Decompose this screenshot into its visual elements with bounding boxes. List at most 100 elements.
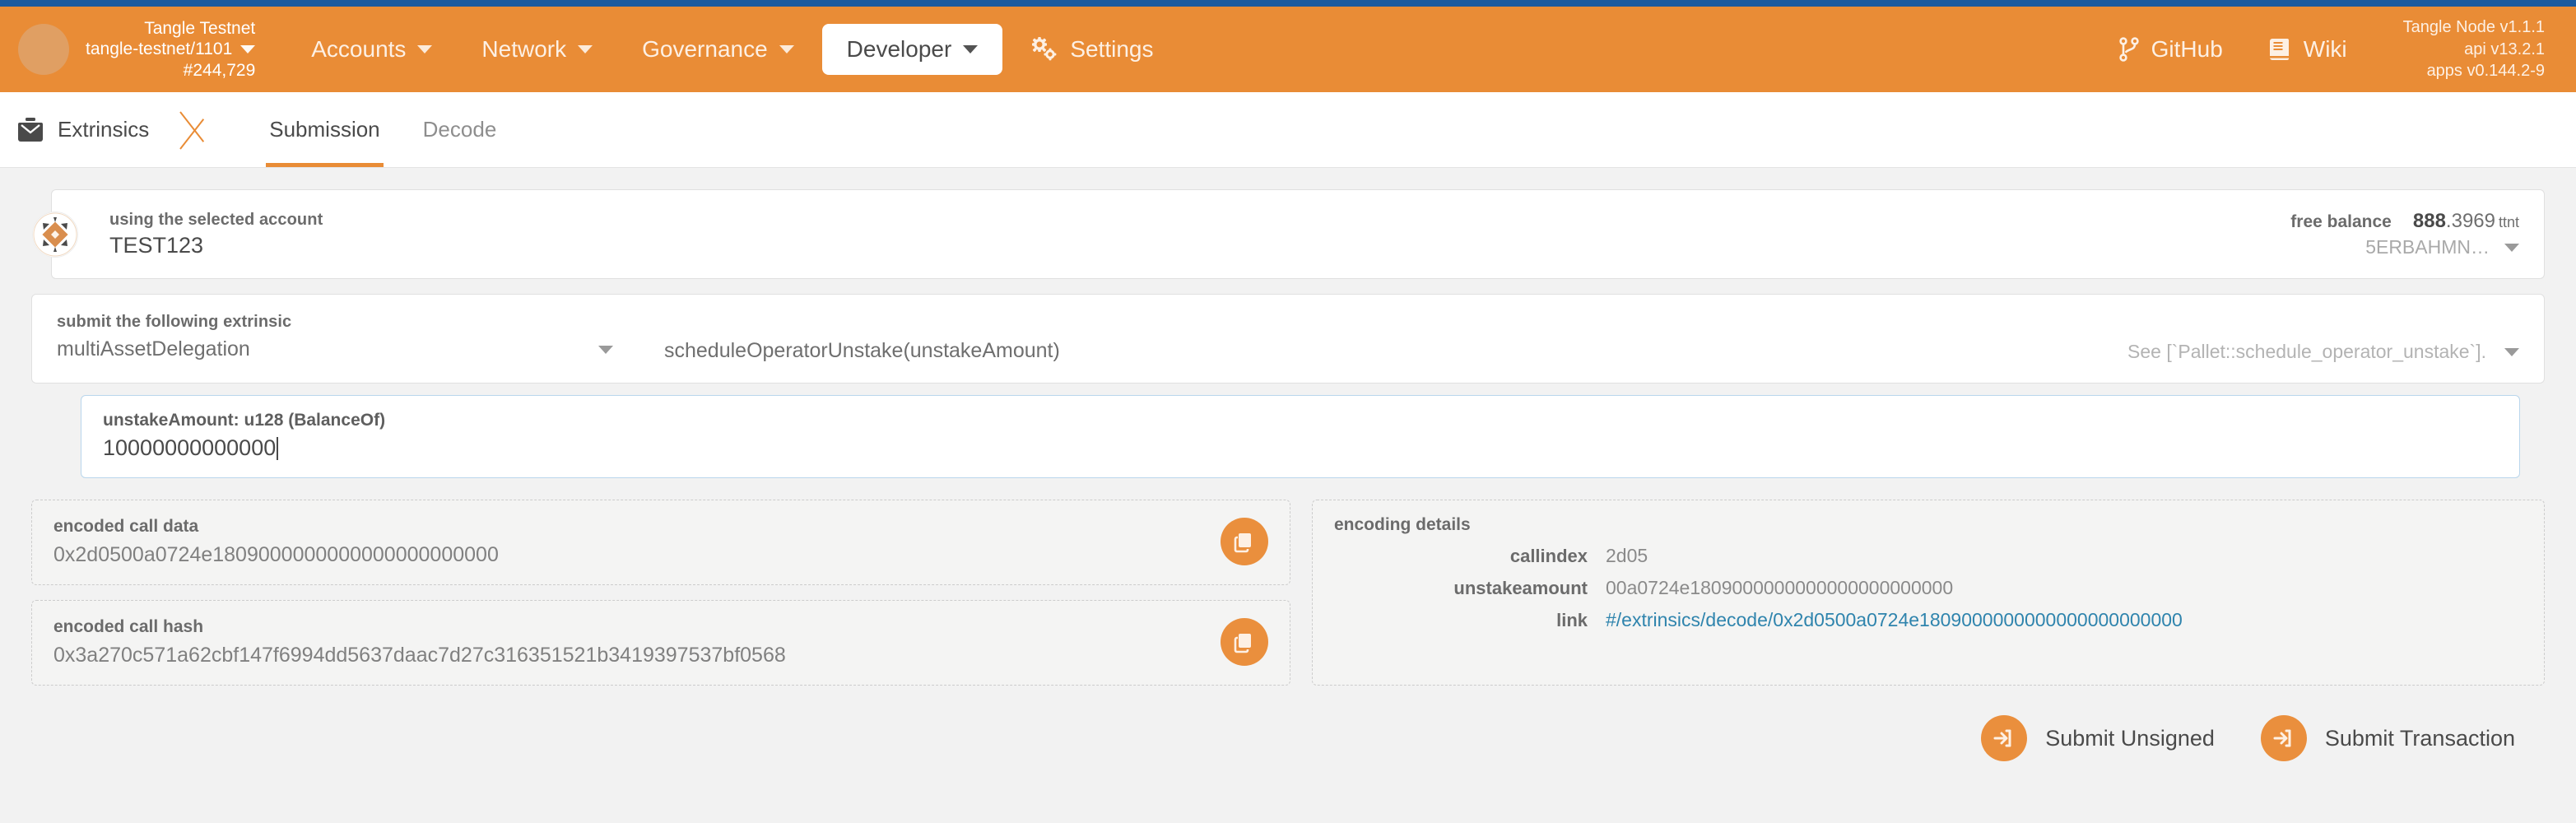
- nav-menu-accounts[interactable]: Accounts: [286, 7, 457, 92]
- param-label: unstakeAmount: u128 (BalanceOf): [103, 411, 2498, 430]
- version-info: Tangle Node v1.1.1 api v13.2.1 apps v0.1…: [2370, 16, 2545, 81]
- envelope-icon: [18, 117, 43, 143]
- balance-block: free balance 888.3969ttnt 5ERBAHMN…: [2290, 208, 2519, 260]
- account-section-label: using the selected account: [109, 211, 323, 230]
- balance-unit: ttnt: [2499, 214, 2519, 230]
- chain-name: Tangle Testnet: [86, 18, 255, 40]
- detail-value: 00a0724e1809000000000000000000000: [1606, 577, 1953, 599]
- account-card: using the selected account TEST123 free …: [51, 189, 2545, 279]
- book-icon: [2269, 37, 2292, 62]
- top-accent-strip: [0, 0, 2576, 7]
- tab-decode[interactable]: Decode: [402, 92, 518, 167]
- tab-bar: Extrinsics Submission Decode: [0, 92, 2576, 168]
- detail-key: link: [1334, 610, 1606, 631]
- chevron-down-icon: [963, 45, 978, 53]
- chevron-down-icon: [779, 45, 794, 53]
- chevron-down-icon: [2504, 244, 2519, 252]
- sign-in-icon: [2261, 715, 2307, 761]
- nav-menu-governance[interactable]: Governance: [617, 7, 819, 92]
- encoded-call-data-value: 0x2d0500a0724e1809000000000000000000000: [53, 543, 1201, 567]
- submit-transaction-button[interactable]: Submit Transaction: [2261, 715, 2515, 761]
- balance-integer: 888: [2413, 210, 2446, 232]
- copy-call-hash-button[interactable]: [1221, 618, 1268, 666]
- detail-row-callindex: callindex 2d05: [1334, 545, 2523, 567]
- breadcrumb-label: Extrinsics: [58, 117, 149, 142]
- unstake-amount-field[interactable]: unstakeAmount: u128 (BalanceOf) 10000000…: [81, 395, 2520, 478]
- encoded-left-column: encoded call data 0x2d0500a0724e18090000…: [31, 500, 1290, 686]
- copy-icon: [1233, 530, 1256, 553]
- version-apps: apps v0.144.2-9: [2403, 60, 2545, 81]
- pallet-value: multiAssetDelegation: [57, 337, 250, 361]
- detail-key: unstakeamount: [1334, 578, 1606, 599]
- tab-label: Submission: [269, 117, 379, 142]
- detail-row-link: link #/extrinsics/decode/0x2d0500a0724e1…: [1334, 609, 2523, 631]
- detail-value: 2d05: [1606, 545, 1648, 567]
- footer-actions: Submit Unsigned Submit Transaction: [31, 686, 2545, 761]
- navbar-right-group: GitHub Wiki Tangle Node v1.1.1 api v13.2…: [2095, 16, 2545, 81]
- param-input-wrapper[interactable]: 10000000000000: [103, 435, 2498, 461]
- doc-hint-text: See [`Pallet::schedule_operator_unstake`…: [2127, 341, 2486, 363]
- nav-menu-network[interactable]: Network: [457, 7, 617, 92]
- chain-avatar: [18, 24, 69, 75]
- extrinsic-selector-card: submit the following extrinsic multiAsse…: [31, 294, 2545, 384]
- nav-menu-developer[interactable]: Developer: [822, 24, 1003, 75]
- nav-label: Governance: [642, 36, 768, 63]
- code-branch-icon: [2118, 37, 2140, 62]
- pallet-selector[interactable]: submit the following extrinsic multiAsse…: [57, 313, 633, 361]
- chevron-down-icon: [417, 45, 432, 53]
- balance-label: free balance: [2290, 211, 2392, 233]
- nav-label: Accounts: [311, 36, 406, 63]
- method-selector[interactable]: scheduleOperatorUnstake(unstakeAmount): [664, 339, 1060, 363]
- version-api: api v13.2.1: [2403, 39, 2545, 60]
- tab-label: Decode: [423, 117, 497, 142]
- avatar: [32, 212, 78, 258]
- extrinsic-section-label: submit the following extrinsic: [57, 313, 633, 332]
- encoded-call-data-box: encoded call data 0x2d0500a0724e18090000…: [31, 500, 1290, 585]
- nav-label: Network: [481, 36, 566, 63]
- tab-submission[interactable]: Submission: [248, 92, 401, 167]
- detail-key: callindex: [1334, 546, 1606, 567]
- nav-label: Settings: [1070, 36, 1153, 63]
- chevron-down-icon: [240, 45, 255, 53]
- tab-list: Submission Decode: [248, 92, 518, 167]
- chain-selector[interactable]: Tangle Testnet tangle-testnet/1101 #244,…: [18, 18, 255, 81]
- method-doc-hint[interactable]: See [`Pallet::schedule_operator_unstake`…: [2127, 341, 2519, 363]
- account-address-selector[interactable]: 5ERBAHMN…: [2290, 235, 2519, 260]
- chain-block-number: #244,729: [86, 60, 255, 81]
- decode-link[interactable]: #/extrinsics/decode/0x2d0500a0724e180900…: [1606, 609, 2183, 631]
- nav-github-link[interactable]: GitHub: [2095, 36, 2246, 63]
- chain-info: Tangle Testnet tangle-testnet/1101 #244,…: [86, 18, 255, 81]
- chevron-down-icon: [2504, 348, 2519, 356]
- version-node: Tangle Node v1.1.1: [2403, 16, 2545, 38]
- nav-label: GitHub: [2151, 36, 2223, 63]
- copy-call-data-button[interactable]: [1221, 518, 1268, 565]
- nav-settings[interactable]: Settings: [1006, 7, 1178, 92]
- nav-label: Developer: [847, 36, 952, 63]
- nav-wiki-link[interactable]: Wiki: [2246, 36, 2370, 63]
- encoding-details-box: encoding details callindex 2d05 unstakea…: [1312, 500, 2545, 686]
- chain-endpoint: tangle-testnet/1101: [86, 39, 232, 60]
- sign-in-icon: [1981, 715, 2027, 761]
- account-info: using the selected account TEST123: [109, 211, 323, 258]
- gears-icon: [1030, 37, 1058, 62]
- chevron-down-icon: [598, 346, 613, 354]
- main-content: using the selected account TEST123 free …: [0, 168, 2576, 761]
- nav-label: Wiki: [2304, 36, 2347, 63]
- param-value-text: 10000000000000: [103, 435, 276, 461]
- encoded-call-data-label: encoded call data: [53, 517, 1201, 537]
- submit-unsigned-label: Submit Unsigned: [2045, 726, 2215, 751]
- encoded-call-hash-label: encoded call hash: [53, 617, 1201, 637]
- main-navbar: Tangle Testnet tangle-testnet/1101 #244,…: [0, 7, 2576, 92]
- chevron-down-icon: [578, 45, 593, 53]
- breadcrumb-chevron-icon: [180, 92, 226, 167]
- encoded-call-hash-box: encoded call hash 0x3a270c571a62cbf147f6…: [31, 600, 1290, 686]
- submit-transaction-label: Submit Transaction: [2325, 726, 2515, 751]
- encoded-section: encoded call data 0x2d0500a0724e18090000…: [31, 500, 2545, 686]
- account-name: TEST123: [109, 233, 323, 258]
- account-address: 5ERBAHMN…: [2365, 235, 2490, 260]
- encoding-details-title: encoding details: [1334, 515, 2523, 535]
- detail-row-unstakeamount: unstakeamount 00a0724e180900000000000000…: [1334, 577, 2523, 599]
- submit-unsigned-button[interactable]: Submit Unsigned: [1981, 715, 2215, 761]
- breadcrumb: Extrinsics: [0, 92, 180, 167]
- copy-icon: [1233, 630, 1256, 653]
